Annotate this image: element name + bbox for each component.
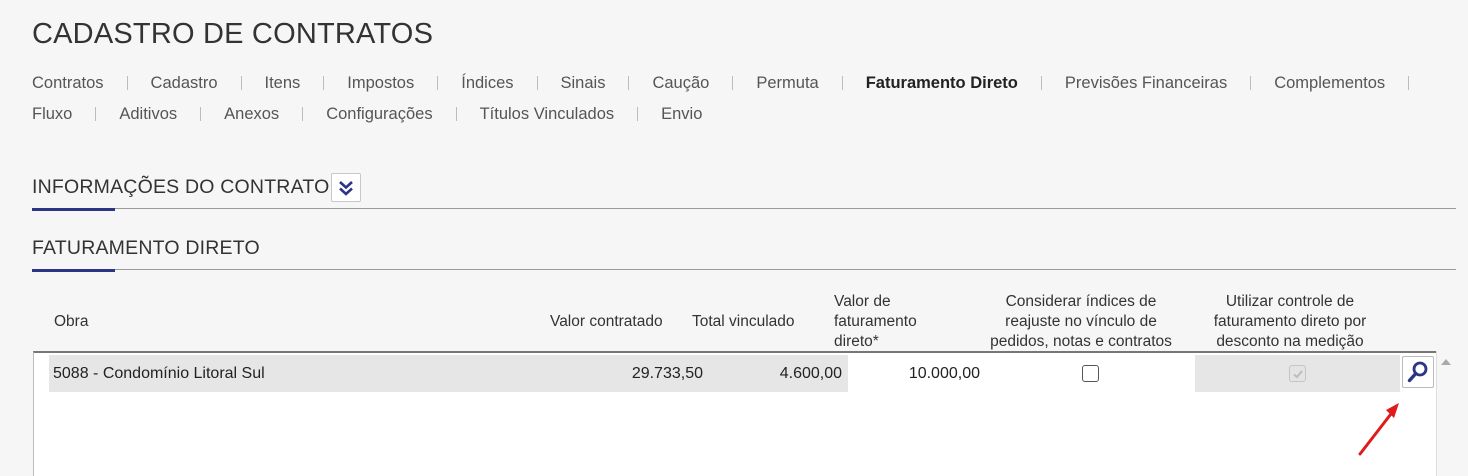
scroll-up-icon[interactable]	[1441, 359, 1451, 365]
section-title-faturamento: FATURAMENTO DIRETO	[32, 237, 260, 259]
tab-separator	[841, 76, 843, 90]
tab-contratos[interactable]: Contratos	[32, 74, 104, 93]
header-line: Utilizar controle de	[1225, 293, 1355, 310]
tab-separator	[637, 107, 639, 121]
tab-separator	[302, 107, 304, 121]
contract-registration-page: CADASTRO DE CONTRATOS Contratos Cadastro I…	[0, 0, 1468, 476]
tab-separator	[323, 76, 325, 90]
tab-caucao[interactable]: Caução	[652, 74, 709, 93]
cell-obra: 5088 - Condomínio Litoral Sul	[49, 355, 571, 392]
double-chevron-down-icon	[339, 180, 353, 196]
search-button[interactable]	[1402, 356, 1434, 388]
tab-anexos[interactable]: Anexos	[224, 105, 279, 124]
tab-previsoes-financeiras[interactable]: Previsões Financeiras	[1065, 74, 1227, 93]
tab-separator	[1408, 76, 1410, 90]
column-header-considerar-indices: Considerar índices de reajuste no víncul…	[972, 292, 1190, 352]
tab-separator	[455, 107, 457, 121]
section-divider-faturamento	[32, 269, 1456, 270]
valor-faturamento-input[interactable]: 10.000,00	[849, 355, 986, 392]
tab-faturamento-direto[interactable]: Faturamento Direto	[866, 74, 1018, 93]
tab-itens[interactable]: Itens	[265, 74, 301, 93]
cell-considerar-indices	[987, 355, 1193, 392]
header-line: desconto na medição	[1216, 333, 1364, 350]
tab-separator	[536, 76, 538, 90]
tab-separator	[95, 107, 97, 121]
table-row[interactable]: 5088 - Condomínio Litoral Sul 29.733,50 …	[49, 355, 1434, 392]
column-header-valor-faturamento: Valor de faturamento direto*	[834, 292, 917, 352]
expand-info-button[interactable]	[331, 173, 361, 202]
tab-indices[interactable]: Índices	[461, 74, 513, 93]
tab-aditivos[interactable]: Aditivos	[119, 105, 177, 124]
tab-titulos-vinculados[interactable]: Títulos Vinculados	[480, 105, 615, 124]
section-accent-faturamento	[32, 269, 115, 272]
utilizar-controle-checkbox	[1289, 365, 1306, 382]
cell-total-vinculado: 4.600,00	[709, 355, 848, 392]
check-icon	[1292, 369, 1303, 378]
section-divider-info	[32, 208, 1456, 209]
header-line: faturamento	[834, 313, 917, 330]
tab-separator	[240, 76, 242, 90]
tab-separator	[1250, 76, 1252, 90]
header-line: pedidos, notas e contratos	[990, 333, 1172, 350]
header-line: Considerar índices de	[1005, 293, 1157, 310]
tab-separator	[126, 76, 128, 90]
column-header-obra: Obra	[54, 313, 89, 330]
tab-separator	[732, 76, 734, 90]
tab-sinais[interactable]: Sinais	[561, 74, 606, 93]
header-line: Valor de	[834, 293, 891, 310]
tab-impostos[interactable]: Impostos	[347, 74, 414, 93]
tab-complementos[interactable]: Complementos	[1274, 74, 1385, 93]
magnifier-icon	[1407, 361, 1428, 383]
section-accent-info	[32, 208, 115, 211]
tab-separator	[200, 107, 202, 121]
tab-separator	[628, 76, 630, 90]
tab-cadastro[interactable]: Cadastro	[151, 74, 218, 93]
header-line: faturamento direto por	[1213, 313, 1367, 330]
cell-utilizar-controle	[1195, 355, 1400, 392]
tab-row-2: Fluxo Aditivos Anexos Configurações Títulos …	[32, 103, 1452, 125]
header-line: reajuste no vínculo de	[1005, 313, 1157, 330]
red-arrow-annotation	[1358, 403, 1399, 456]
tab-navigation: Contratos Cadastro Itens Impostos Índices Sin…	[32, 72, 1452, 134]
cell-valor-contratado: 29.733,50	[571, 355, 709, 392]
tab-separator	[437, 76, 439, 90]
page-title: CADASTRO DE CONTRATOS	[32, 18, 434, 50]
tab-permuta[interactable]: Permuta	[756, 74, 818, 93]
column-header-total-vinculado: Total vinculado	[692, 313, 795, 330]
tab-separator	[1040, 76, 1042, 90]
tab-fluxo[interactable]: Fluxo	[32, 105, 72, 124]
tab-row-1: Contratos Cadastro Itens Impostos Índices Sin…	[32, 72, 1452, 94]
column-header-utilizar-controle: Utilizar controle de faturamento direto …	[1192, 292, 1388, 352]
considerar-indices-checkbox[interactable]	[1081, 365, 1099, 382]
section-title-info: INFORMAÇÕES DO CONTRATO	[32, 176, 330, 198]
tab-envio[interactable]: Envio	[661, 105, 702, 124]
tab-configuracoes[interactable]: Configurações	[326, 105, 432, 124]
grid-scrollbar[interactable]	[1436, 351, 1454, 476]
header-line: direto*	[834, 333, 879, 350]
column-header-valor-contratado: Valor contratado	[550, 313, 663, 330]
